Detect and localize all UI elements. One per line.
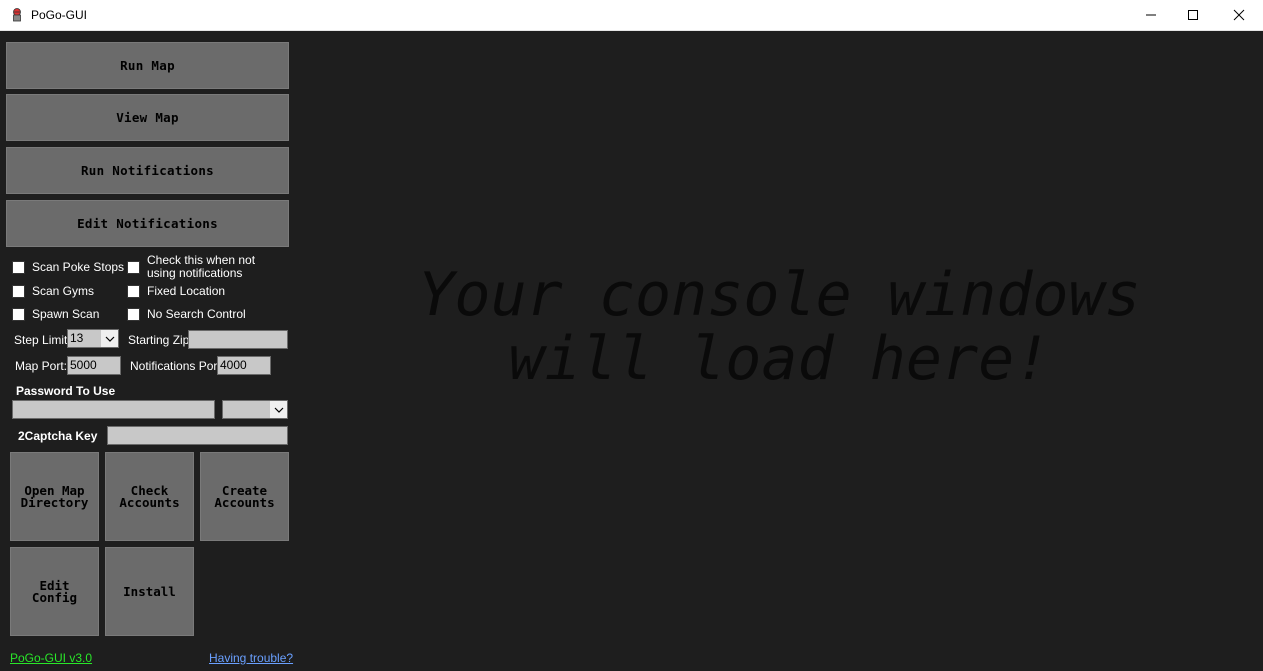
checkbox-label: Fixed Location	[147, 284, 226, 298]
minimize-icon	[1146, 14, 1156, 16]
maximize-button[interactable]	[1170, 0, 1216, 30]
checkbox-box[interactable]	[127, 308, 140, 321]
scan-poke-stops-checkbox[interactable]: Scan Poke Stops	[12, 260, 124, 274]
checkbox-label: No Search Control	[147, 307, 246, 321]
view-map-button[interactable]: View Map	[6, 94, 289, 141]
starting-zip-input[interactable]	[188, 330, 288, 349]
console-area: Your console windows will load here!	[296, 31, 1263, 671]
maximize-icon	[1188, 10, 1198, 20]
pokeball-figure-icon	[13, 8, 21, 22]
scan-gyms-checkbox[interactable]: Scan Gyms	[12, 284, 94, 298]
checkbox-label: Scan Gyms	[32, 284, 95, 298]
checkbox-box[interactable]	[127, 285, 140, 298]
open-map-directory-button[interactable]: Open Map Directory	[10, 452, 99, 541]
edit-notifications-button[interactable]: Edit Notifications	[6, 200, 289, 247]
install-button[interactable]: Install	[105, 547, 194, 636]
run-map-button[interactable]: Run Map	[6, 42, 289, 89]
checkbox-label: Scan Poke Stops	[32, 260, 125, 274]
checkbox-box[interactable]	[127, 261, 140, 274]
title-bar: PoGo-GUI	[0, 0, 1263, 31]
step-limit-select[interactable]: 13	[67, 329, 119, 348]
chevron-down-icon[interactable]	[101, 330, 118, 347]
password-select[interactable]	[222, 400, 288, 419]
edit-config-button[interactable]: Edit Config	[10, 547, 99, 636]
console-placeholder-text: Your console windows will load here!	[418, 260, 1141, 394]
minimize-button[interactable]	[1128, 0, 1174, 30]
map-port-label: Map Port:	[15, 359, 68, 373]
password-label: Password To Use	[16, 384, 116, 398]
having-trouble-link[interactable]: Having trouble?	[209, 651, 293, 665]
password-input[interactable]	[12, 400, 215, 419]
fixed-location-checkbox[interactable]: Fixed Location	[127, 284, 225, 298]
window-title: PoGo-GUI	[31, 8, 88, 22]
checkbox-box[interactable]	[12, 261, 25, 274]
notifications-port-label: Notifications Port:	[130, 359, 225, 373]
checkbox-label: Check this when not using notifications	[147, 253, 256, 280]
checkbox-label: Spawn Scan	[32, 307, 100, 321]
close-icon	[1233, 9, 1245, 21]
spawn-scan-checkbox[interactable]: Spawn Scan	[12, 307, 99, 321]
no-notifications-checkbox[interactable]: Check this when not using notifications	[127, 254, 277, 280]
checkbox-box[interactable]	[12, 308, 25, 321]
run-notifications-button[interactable]: Run Notifications	[6, 147, 289, 194]
create-accounts-button[interactable]: Create Accounts	[200, 452, 289, 541]
step-limit-label: Step Limit:	[14, 333, 71, 347]
checkbox-box[interactable]	[12, 285, 25, 298]
starting-zip-label: Starting Zip:	[128, 333, 193, 347]
no-search-control-checkbox[interactable]: No Search Control	[127, 307, 246, 321]
chevron-down-icon[interactable]	[270, 401, 287, 418]
captcha-key-input[interactable]	[107, 426, 288, 445]
version-link[interactable]: PoGo-GUI v3.0	[10, 651, 92, 665]
close-button[interactable]	[1216, 0, 1262, 30]
check-accounts-button[interactable]: Check Accounts	[105, 452, 194, 541]
notifications-port-input[interactable]: 4000	[217, 356, 271, 375]
captcha-label: 2Captcha Key	[18, 429, 98, 443]
map-port-input[interactable]: 5000	[67, 356, 121, 375]
step-limit-value: 13	[70, 331, 84, 345]
